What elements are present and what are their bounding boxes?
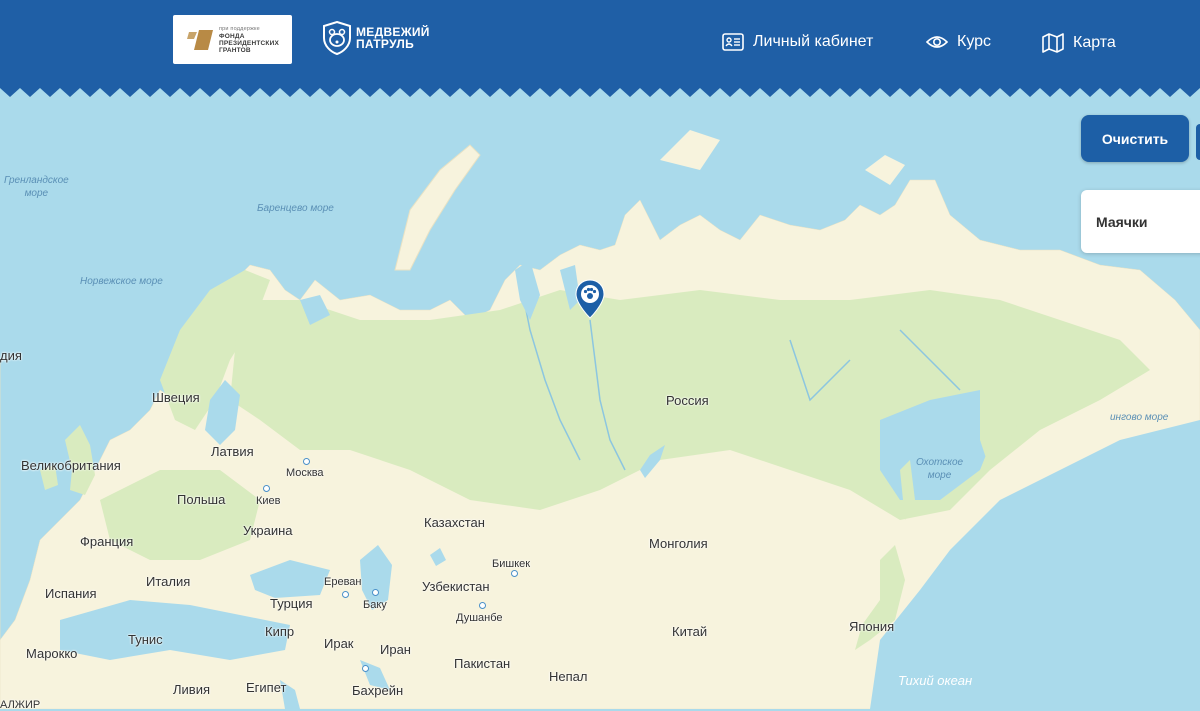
country-kazakhstan: Казахстан [424,515,485,530]
country-morocco: Марокко [26,646,78,661]
beacons-panel-label: Маячки [1096,214,1148,230]
country-mongolia: Монголия [649,536,708,551]
pacific-ocean-label: Тихий океан [898,673,973,688]
country-iran: Иран [380,642,411,657]
city-dot-bishkek [511,570,518,577]
country-algeria-partial: АЛЖИР [0,699,41,711]
nav-personal-account-label: Личный кабинет [753,33,874,50]
country-sweden: Швеция [152,390,200,405]
city-dot-baku [372,589,379,596]
clear-button[interactable]: Очистить [1081,115,1189,162]
country-poland: Польша [177,492,226,507]
nav-map[interactable]: Карта [1042,33,1116,53]
country-cyprus: Кипр [265,624,295,639]
presidential-grants-logo[interactable]: при поддержке ФОНДА ПРЕЗИДЕНТСКИХ ГРАНТО… [173,15,292,64]
country-uk: Великобритания [21,458,121,473]
map-icon [1042,33,1064,53]
side-button-edge[interactable] [1196,124,1200,160]
id-card-icon [722,33,744,51]
country-iceland-partial: дия [0,348,22,363]
country-russia: Россия [666,393,709,408]
country-latvia: Латвия [211,444,254,459]
country-japan: Япония [849,619,895,634]
country-tunisia: Тунис [128,632,163,647]
bering-sea-label: ингово море [1110,412,1169,423]
city-dot-kyiv [263,485,270,492]
nav-course-label: Курс [957,33,992,50]
city-dot-bahrain [362,665,369,672]
country-uzbekistan: Узбекистан [422,579,490,594]
city-yerevan: Ереван [324,576,362,588]
country-france: Франция [80,534,134,549]
grant-logo-line1: при поддержке [219,25,260,32]
city-dot-moscow [303,458,310,465]
nav-map-label: Карта [1073,34,1116,51]
country-china: Китай [672,624,708,639]
city-kyiv: Киев [256,495,281,507]
beacons-panel[interactable]: Маячки [1081,190,1200,253]
country-bahrain: Бахрейн [352,683,404,698]
nav-course[interactable]: Курс [926,33,991,51]
brand-line2: ПАТРУЛЬ [356,37,415,51]
site-header: при поддержке ФОНДА ПРЕЗИДЕНТСКИХ ГРАНТО… [0,0,1200,105]
city-dot-yerevan [342,591,349,598]
city-dot-dushanbe [479,602,486,609]
country-pakistan: Пакистан [454,656,511,671]
beacon-marker-pin-icon[interactable] [575,279,605,319]
grant-logo-line2: ФОНДА [219,32,245,40]
country-ukraine: Украина [243,523,293,538]
country-nepal: Непал [549,669,588,684]
grants-emblem-icon [187,29,213,50]
city-bishkek: Бишкек [492,558,531,570]
city-baku: Баку [363,599,387,611]
okhotsk-sea-label: Охотское море [916,457,964,481]
bear-patrol-logo[interactable]: МЕДВЕЖИЙ ПАТРУЛЬ [323,21,430,55]
country-spain: Испания [45,586,97,601]
grant-logo-line3: ПРЕЗИДЕНТСКИХ [219,39,279,47]
norwegian-sea-label: Норвежское море [80,276,163,287]
city-dushanbe: Душанбе [456,612,503,624]
grant-logo-line4: ГРАНТОВ [219,46,251,54]
barents-sea-label: Баренцево море [257,203,334,214]
city-moscow: Москва [286,467,324,479]
map-canvas[interactable] [0,0,1200,709]
nav-personal-account[interactable]: Личный кабинет [722,33,873,51]
country-iraq: Ирак [324,636,354,651]
bear-shield-icon [323,21,351,55]
country-libya: Ливия [173,682,211,697]
greenland-sea-label: Гренландское море [4,175,69,199]
country-egypt: Египет [246,680,287,695]
country-italy: Италия [146,574,191,589]
country-turkey: Турция [270,596,313,611]
eye-icon [926,36,948,48]
